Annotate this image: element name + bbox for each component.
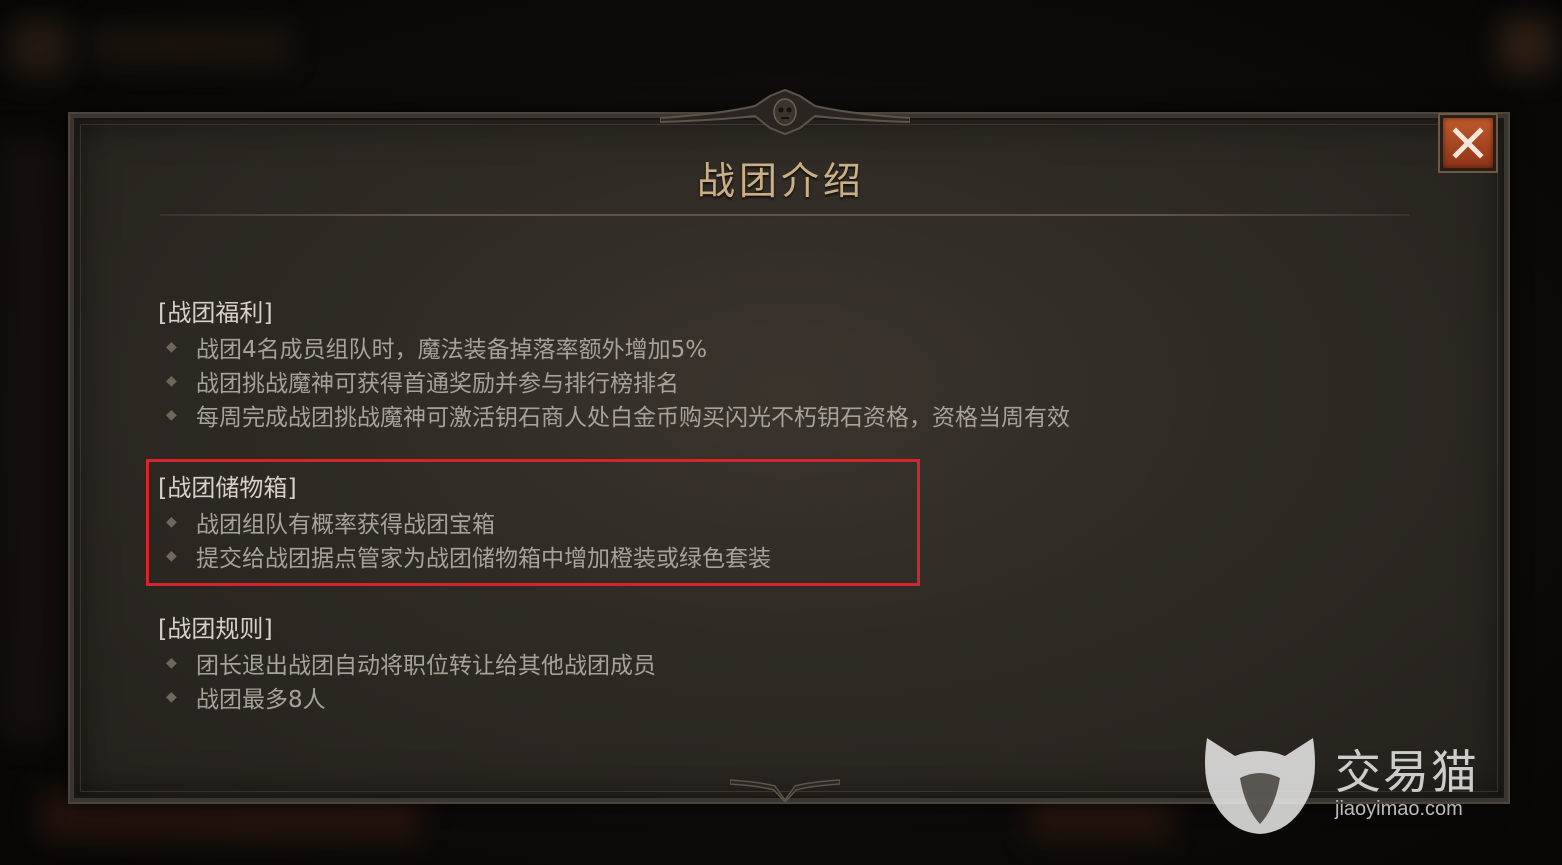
bullet-icon: ◆ [166,689,177,705]
background-blur [1499,18,1554,73]
list-item-text: 团长退出战团自动将职位转让给其他战团成员 [196,653,656,679]
bottom-ornament-icon [730,779,840,802]
list-item-text: 战团最多8人 [196,687,326,713]
watermark-brand: 交易猫 [1335,745,1479,799]
bullet-icon: ◆ [166,339,177,355]
list-item-text: 战团挑战魔神可获得首通奖励并参与排行榜排名 [196,371,679,397]
bullet-icon: ◆ [166,373,177,389]
background-blur [0,140,60,740]
cat-logo-icon [1205,738,1315,834]
list-item: ◆ 战团最多8人 [158,680,656,714]
game-screen: 战团介绍 [战团福利] ◆ 战团4名成员组队时，魔法装备掉落率额外增加5% ◆ … [0,0,1562,865]
watermark-url: jiaoyimao.com [1335,798,1463,820]
list-item: ◆ 战团4名成员组队时，魔法装备掉落率额外增加5% [158,330,1070,364]
title-divider [160,214,1410,216]
bullet-icon: ◆ [166,655,177,671]
list-item: ◆ 每周完成战团挑战魔神可激活钥石商人处白金币购买闪光不朽钥石资格，资格当周有效 [158,398,1070,432]
list-item-text: 每周完成战团挑战魔神可激活钥石商人处白金币购买闪光不朽钥石资格，资格当周有效 [196,405,1070,431]
section-heading: [战团福利] [158,299,273,327]
section-clan-rules: [战团规则] ◆ 团长退出战团自动将职位转让给其他战团成员 ◆ 战团最多8人 [158,612,656,714]
list-item: ◆ 战团挑战魔神可获得首通奖励并参与排行榜排名 [158,364,1070,398]
section-clan-benefits: [战团福利] ◆ 战团4名成员组队时，魔法装备掉落率额外增加5% ◆ 战团挑战魔… [158,296,1070,432]
highlight-annotation-box [146,459,920,586]
dialog-title: 战团介绍 [696,159,865,203]
watermark: 交易猫 jiaoyimao.com [1195,728,1515,838]
background-blur [10,20,70,75]
list-item: ◆ 团长退出战团自动将职位转让给其他战团成员 [158,646,656,680]
skull-ornament-icon [660,88,910,136]
section-heading: [战团规则] [158,615,273,643]
bullet-icon: ◆ [166,407,177,423]
background-blur [90,28,290,64]
list-item-text: 战团4名成员组队时，魔法装备掉落率额外增加5% [196,337,708,363]
